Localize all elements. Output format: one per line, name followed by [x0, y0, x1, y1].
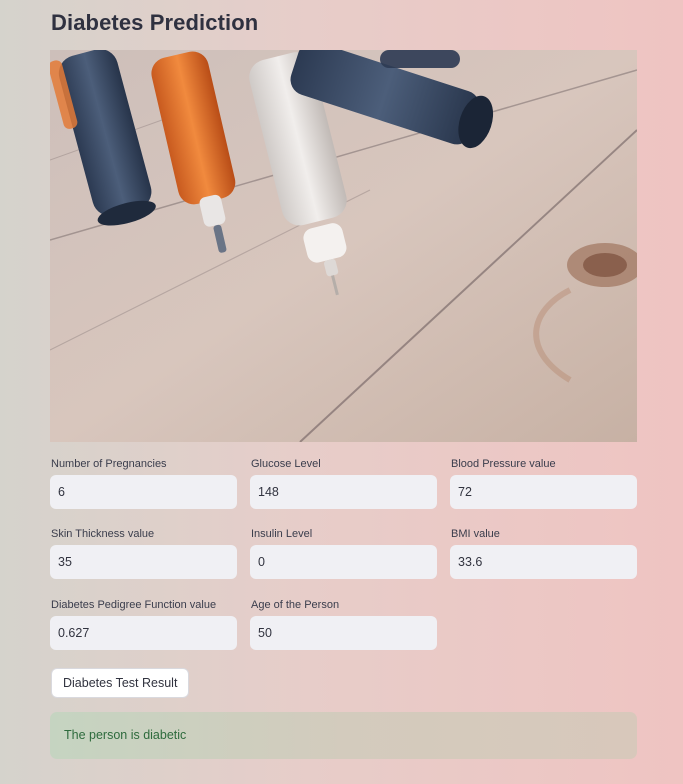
pregnancies-input[interactable]: 6 — [50, 475, 237, 509]
glucose-label: Glucose Level — [251, 458, 321, 470]
diabetes-test-result-button[interactable]: Diabetes Test Result — [51, 668, 190, 698]
pedigree-input[interactable]: 0.627 — [50, 616, 237, 650]
skin-thickness-label: Skin Thickness value — [51, 528, 155, 540]
bmi-input[interactable]: 33.6 — [450, 545, 637, 579]
bmi-label: BMI value — [451, 528, 500, 540]
blood-pressure-label: Blood Pressure value — [451, 458, 556, 470]
hero-image — [50, 50, 637, 442]
result-success-alert: The person is diabetic — [50, 712, 637, 759]
pedigree-label: Diabetes Pedigree Function value — [51, 599, 217, 611]
blood-pressure-input[interactable]: 72 — [450, 475, 637, 509]
age-input[interactable]: 50 — [250, 616, 437, 650]
pregnancies-label: Number of Pregnancies — [51, 458, 167, 470]
page-title: Diabetes Prediction — [51, 10, 259, 35]
glucose-input[interactable]: 148 — [250, 475, 437, 509]
insulin-input[interactable]: 0 — [250, 545, 437, 579]
insulin-label: Insulin Level — [251, 528, 313, 540]
skin-thickness-input[interactable]: 35 — [50, 545, 237, 579]
age-label: Age of the Person — [251, 599, 340, 611]
